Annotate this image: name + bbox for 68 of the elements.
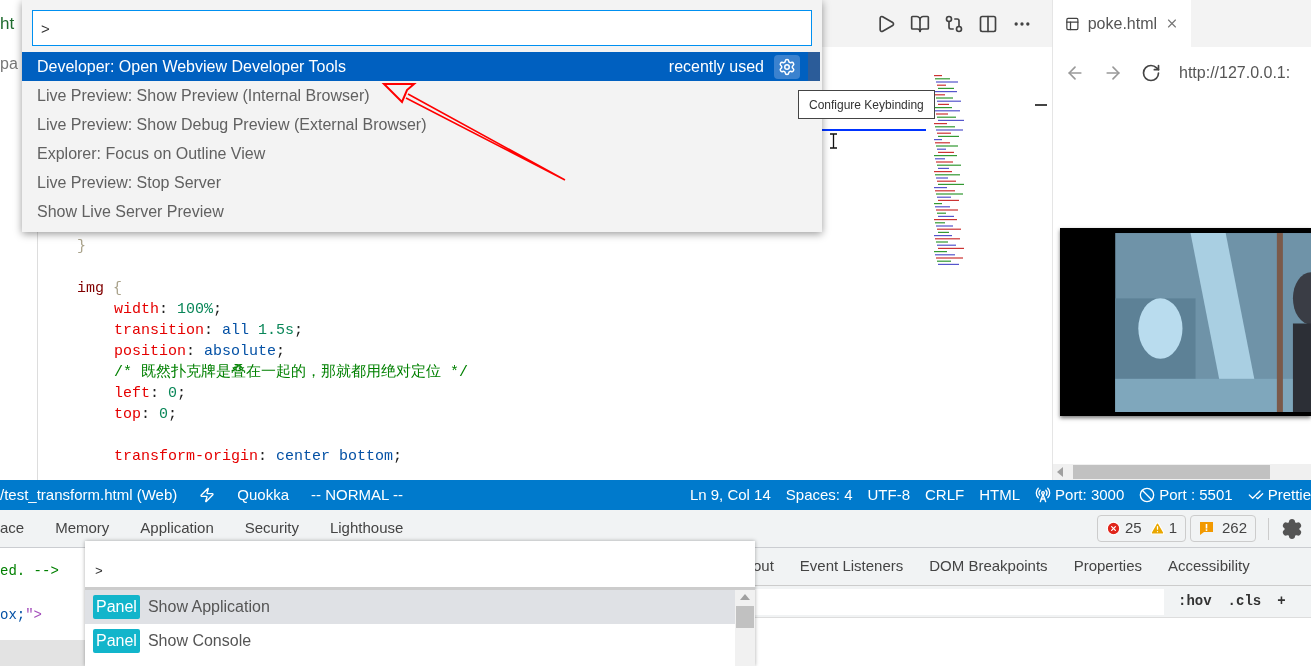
preview-icon[interactable] [910,13,930,34]
address-field[interactable]: http://127.0.0.1: [1179,61,1291,85]
command-item[interactable]: Explorer: Focus on Outline View [22,139,808,168]
status-item[interactable]: Prettie [1247,483,1311,507]
code-line: width: 100%; [114,301,223,318]
devtools-tab[interactable]: Lighthouse [329,517,404,540]
code-line: /* 既然扑克牌是叠在一起的，那就都用绝对定位 */ [114,364,468,381]
lightning-icon[interactable] [199,487,216,503]
compare-icon[interactable] [944,13,964,34]
scrollbar-thumb[interactable] [1073,465,1270,479]
sidebar-tab[interactable]: Properties [1073,555,1142,578]
code-line: } [77,238,86,255]
command-item[interactable]: Live Preview: Stop Server [22,168,808,197]
sidebar-tab[interactable]: Event Listeners [799,555,904,578]
code-line: img { [77,280,123,297]
devtools-tab[interactable]: Application [140,517,214,540]
command-item[interactable]: Developer: Open Webview Developer Tools recently used [22,52,808,81]
issues-counter[interactable]: 262 [1189,515,1256,542]
panel-tag: Panel [93,629,140,653]
status-item[interactable]: Port: 3000 [1035,483,1125,507]
dom-node-row[interactable] [0,640,85,666]
panel-tag: Panel [93,595,140,619]
code-line: transition: all 1.5s; [114,322,304,339]
code-line: transform-origin: center bottom; [114,448,403,465]
filter-toggle[interactable]: + [1277,591,1286,612]
settings-icon[interactable] [1281,517,1303,540]
status-item[interactable]: Port : 5501 [1139,483,1233,507]
status-item[interactable]: HTML [979,483,1021,507]
devtools-tab[interactable]: Security [244,517,299,540]
antenna-icon [1035,487,1052,503]
code-line: ox;"> [0,606,43,625]
code-line: position: absolute; [114,343,286,360]
filter-toggle[interactable]: :hov [1178,591,1212,612]
devtools-tab[interactable]: ace [0,517,25,540]
scrollbar-thumb[interactable] [736,606,754,628]
text-cursor-icon [829,133,838,149]
code-line: left: 0; [114,385,187,402]
issue-icon [1198,521,1214,536]
command-item[interactable]: Show Live Server Preview [22,197,808,226]
status-item[interactable]: -- NORMAL -- [311,483,403,507]
scrollbar-thumb[interactable] [808,52,820,81]
sidebar-tab[interactable]: DOM Breakpoints [929,555,1048,578]
split-editor-icon[interactable] [978,13,998,34]
blocked-icon [1139,487,1156,503]
reload-icon[interactable] [1141,63,1161,83]
configure-keybinding-button[interactable] [774,54,800,79]
devtools-tab[interactable]: Memory [55,517,110,540]
warning-icon [1149,521,1165,536]
status-item[interactable]: CRLF [925,483,965,507]
error-icon [1105,521,1121,536]
status-item[interactable]: Quokka [237,483,289,507]
command-input[interactable]: > [95,561,695,581]
status-item[interactable]: Spaces: 4 [785,483,853,507]
run-icon[interactable] [876,13,896,34]
status-item[interactable]: /test_transform.html (Web) [0,483,178,507]
breadcrumb[interactable]: pa [0,51,18,76]
filter-toggle[interactable]: .cls [1227,591,1262,612]
tooltip: Configure Keybinding [798,90,935,119]
error-warning-counter[interactable]: 25 1 [1096,515,1186,542]
code-line: top: 0; [114,406,178,423]
status-item[interactable]: UTF-8 [867,483,910,507]
status-item[interactable]: Ln 9, Col 14 [689,483,771,507]
settings-icon [778,57,796,76]
preview-tab[interactable]: poke.html [1053,0,1191,47]
code-line: ed. --> [0,562,59,581]
command-input[interactable]: > [32,10,812,46]
sidebar-tab[interactable]: Accessibility [1168,555,1250,578]
command-item[interactable]: Panel Show Application [85,590,735,624]
